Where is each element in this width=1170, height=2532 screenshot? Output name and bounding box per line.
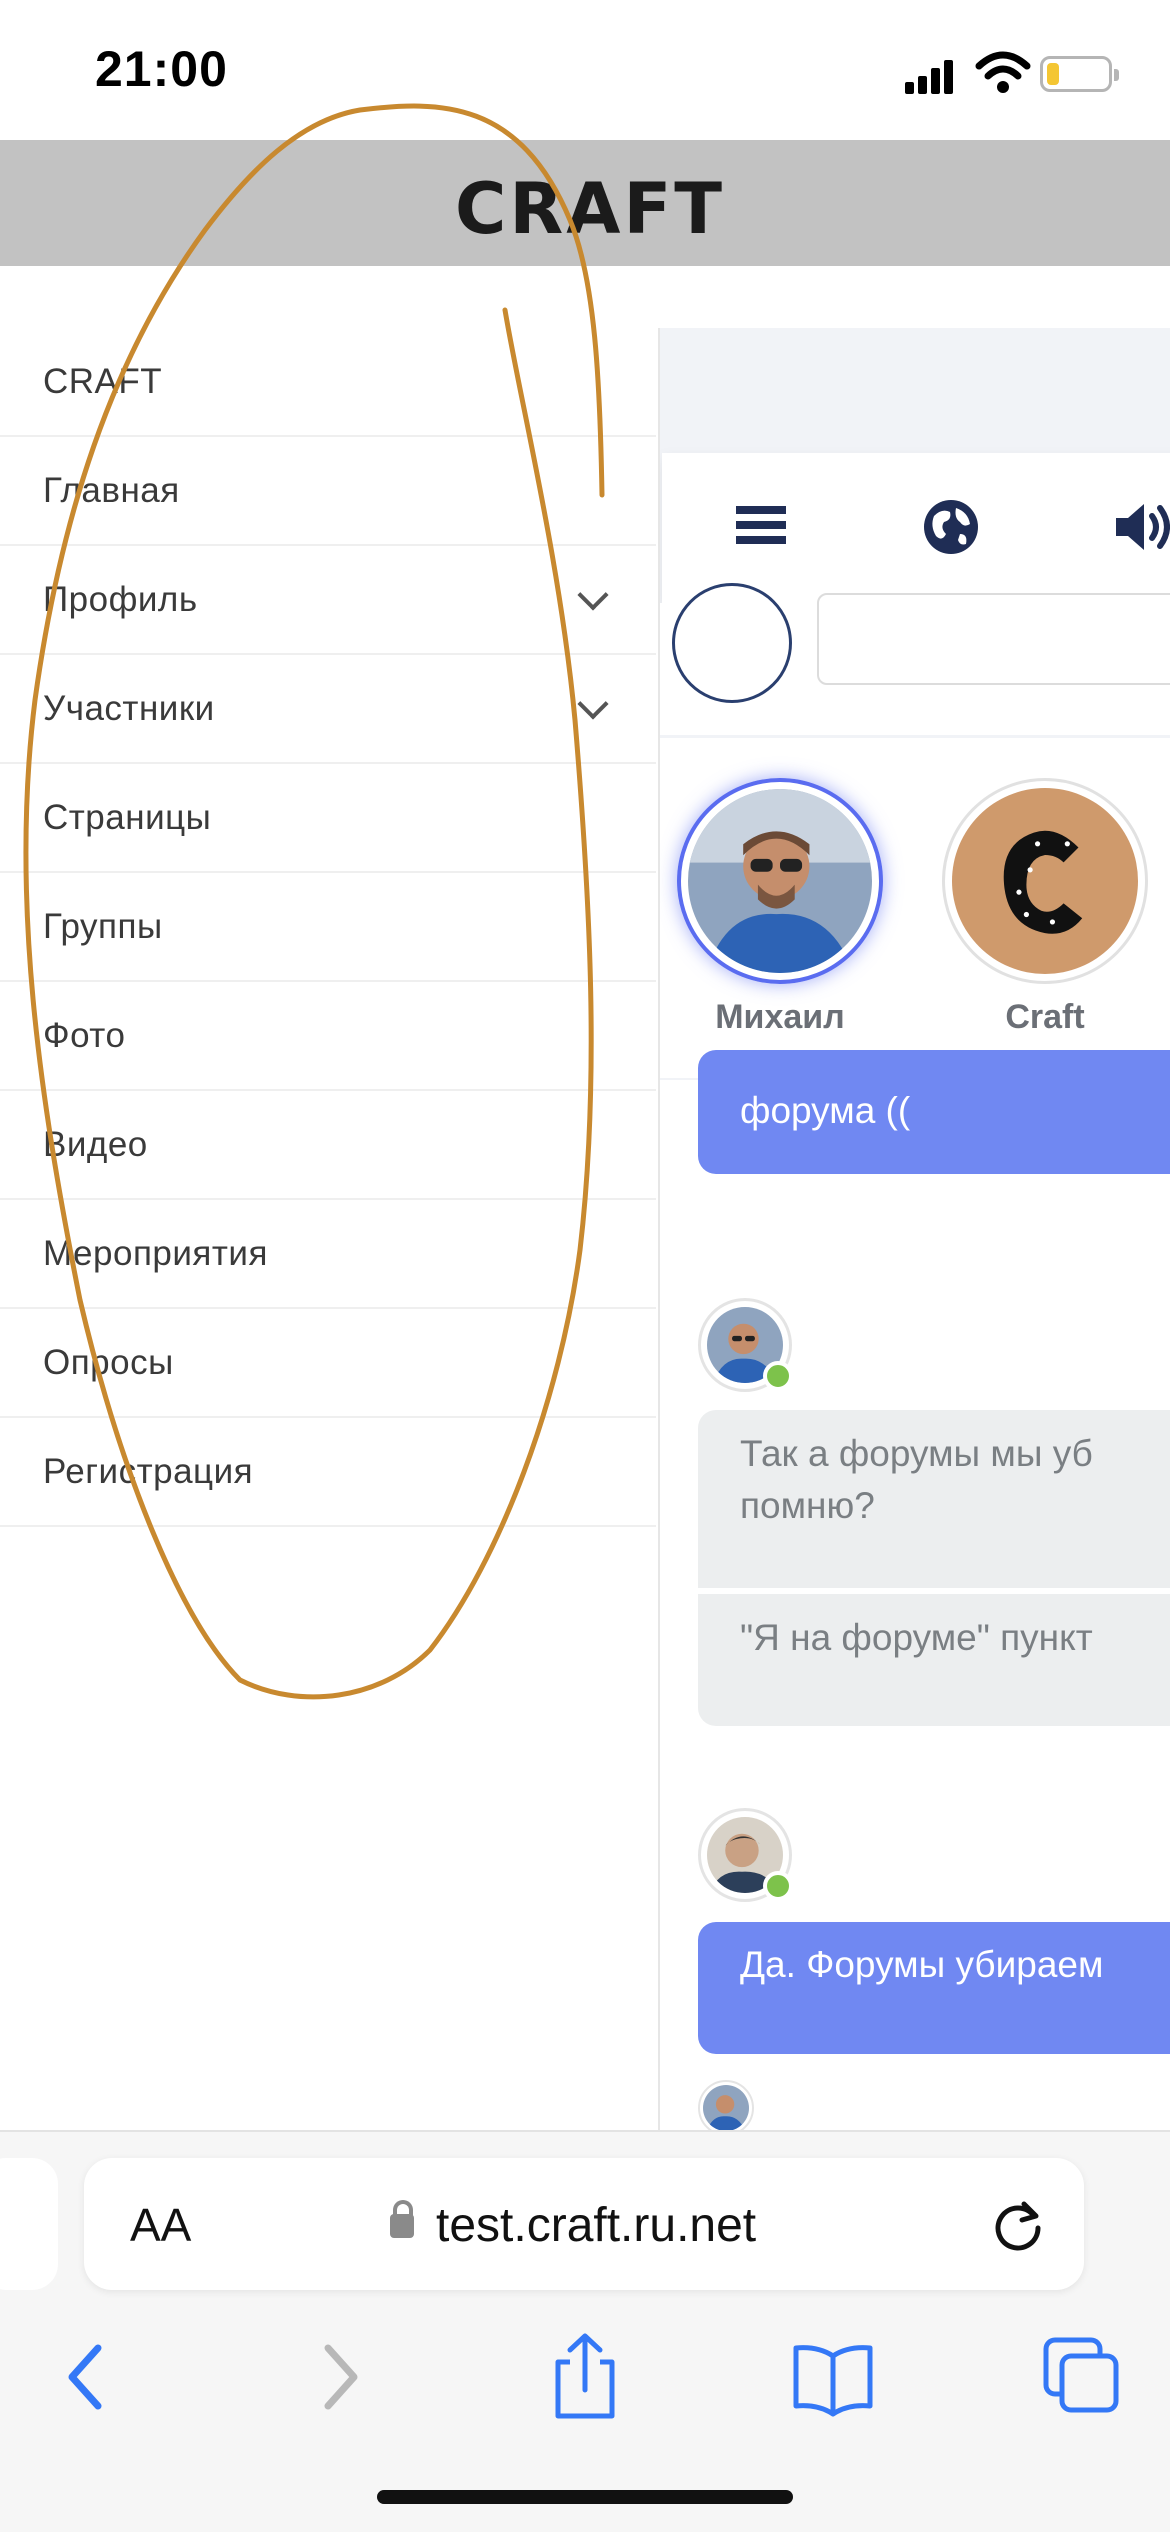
- chevron-down-icon[interactable]: [577, 687, 609, 720]
- main-content-panel: Михаил Craft форума ((Так а форумы мы у…: [658, 328, 1170, 2130]
- address-bar[interactable]: AA test.craft.ru.net: [84, 2158, 1084, 2290]
- avatar: [952, 788, 1138, 974]
- menu-icon[interactable]: [734, 498, 788, 552]
- message-text: Так а форумы мы уб: [740, 1433, 1093, 1474]
- menu-item-label: Фото: [43, 1015, 126, 1055]
- menu-item-registration[interactable]: Регистрация: [0, 1418, 656, 1527]
- menu-item-label: Участники: [43, 688, 215, 728]
- home-indicator: [377, 2490, 793, 2504]
- message-text: Да. Форумы убираем: [740, 1944, 1104, 1985]
- menu-item-label: Профиль: [43, 579, 198, 619]
- stories-strip: Михаил Craft: [660, 738, 1170, 1078]
- speaker-icon[interactable]: [1112, 498, 1170, 556]
- aa-label: AA: [130, 2199, 192, 2251]
- menu-item-label: Мероприятия: [43, 1233, 268, 1273]
- menu-item-label: Группы: [43, 906, 163, 946]
- menu-item-video[interactable]: Видео: [0, 1091, 656, 1200]
- search-row: [660, 583, 1170, 735]
- toolbar: [662, 453, 1170, 603]
- previous-tab-preview[interactable]: [0, 2158, 58, 2290]
- message-bubble: Да. Форумы убираем: [698, 1922, 1170, 2054]
- menu-item-profile[interactable]: Профиль: [0, 546, 656, 655]
- reader-settings-button[interactable]: AA: [130, 2198, 191, 2252]
- avatar[interactable]: [698, 2080, 754, 2130]
- message-text: "Я на форуме" пункт: [740, 1617, 1093, 1658]
- message-bubble: форума ((: [698, 1050, 1170, 1174]
- message-text: помню?: [740, 1485, 875, 1526]
- story-mikhail[interactable]: Михаил: [675, 778, 885, 1037]
- menu-item-label: Регистрация: [43, 1451, 254, 1491]
- menu-item-label: Главная: [43, 470, 180, 510]
- online-status-dot: [763, 1361, 793, 1391]
- menu-item-home[interactable]: Главная: [0, 437, 656, 546]
- lock-icon: [390, 2200, 414, 2238]
- menu-item-polls[interactable]: Опросы: [0, 1309, 656, 1418]
- story-craft[interactable]: Craft: [940, 778, 1150, 1037]
- globe-icon[interactable]: [922, 498, 980, 556]
- message-bubble: "Я на форуме" пункт: [698, 1594, 1170, 1726]
- menu-item-members[interactable]: Участники: [0, 655, 656, 764]
- menu-item-events[interactable]: Мероприятия: [0, 1200, 656, 1309]
- wifi-icon: [975, 51, 1031, 93]
- chevron-down-icon[interactable]: [577, 578, 609, 611]
- avatar[interactable]: [698, 1298, 793, 1392]
- search-input[interactable]: [817, 593, 1170, 685]
- forward-icon[interactable]: [294, 2332, 384, 2422]
- avatar[interactable]: [698, 1808, 793, 1902]
- url-text: test.craft.ru.net: [436, 2199, 757, 2252]
- side-menu: CRAFT Главная Профиль Участники Страницы…: [0, 328, 656, 1527]
- status-bar: 21:00: [0, 0, 1170, 140]
- battery-icon: [1040, 56, 1119, 92]
- message-bubble: Так а форумы мы уб помню?: [698, 1410, 1170, 1588]
- add-post-button[interactable]: [672, 583, 792, 703]
- cellular-signal-icon: [905, 58, 955, 94]
- browser-bottom-bar: AA test.craft.ru.net: [0, 2130, 1170, 2532]
- menu-item-groups[interactable]: Группы: [0, 873, 656, 982]
- menu-item-label: Видео: [43, 1124, 148, 1164]
- message-text: форума ((: [740, 1090, 911, 1131]
- back-icon[interactable]: [42, 2332, 132, 2422]
- menu-item-label: CRAFT: [43, 361, 163, 401]
- avatar: [688, 789, 872, 973]
- browser-toolbar: [0, 2332, 1170, 2432]
- story-name: Михаил: [715, 998, 845, 1036]
- tabs-icon[interactable]: [1036, 2332, 1126, 2422]
- menu-item-photo[interactable]: Фото: [0, 982, 656, 1091]
- chat-feed: форума (( Так а форумы мы уб помню? "Я н…: [660, 1050, 1170, 2130]
- site-header: CRAFT: [0, 140, 1170, 266]
- status-time: 21:00: [95, 41, 228, 97]
- menu-item-label: Опросы: [43, 1342, 174, 1382]
- menu-item-pages[interactable]: Страницы: [0, 764, 656, 873]
- share-icon[interactable]: [540, 2332, 630, 2422]
- online-status-dot: [763, 1871, 793, 1901]
- site-logo[interactable]: CRAFT: [455, 168, 725, 250]
- reload-icon[interactable]: [988, 2194, 1048, 2254]
- menu-item-label: Страницы: [43, 797, 212, 837]
- story-name: Craft: [1005, 998, 1085, 1036]
- menu-item-craft[interactable]: CRAFT: [0, 328, 656, 437]
- bookmarks-icon[interactable]: [788, 2332, 878, 2422]
